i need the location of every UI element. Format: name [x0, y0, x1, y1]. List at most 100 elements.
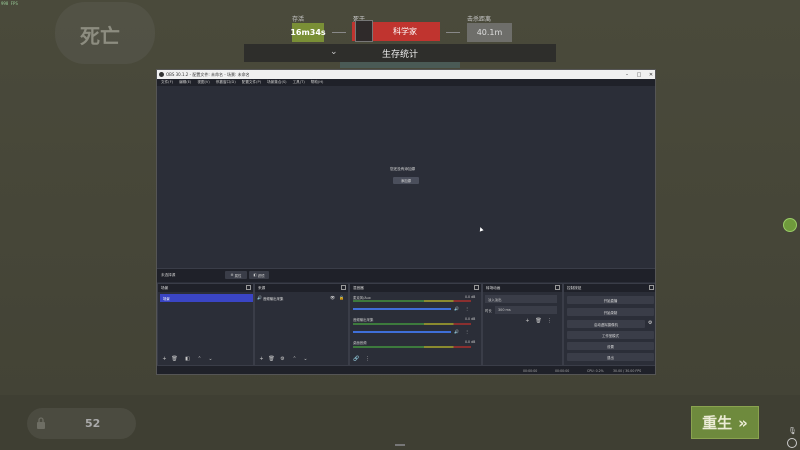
scene-list-item[interactable]: 场景 — [160, 294, 253, 302]
transitions-dock: 转场动画 淡入淡出 时长 300 ms + 🗑 ⋮ — [482, 283, 563, 366]
stream-time: 00:00:00 — [523, 369, 538, 373]
add-icon[interactable]: + — [161, 356, 168, 362]
status-bar: 00:00:00 00:00:00 CPU: 0.2% 30.00 / 30.0… — [157, 366, 655, 374]
trash-icon[interactable]: 🗑 — [268, 356, 275, 362]
add-source-button[interactable]: 添加源 — [393, 177, 419, 184]
menu-view[interactable]: 视图(V) — [197, 80, 209, 85]
gear-icon[interactable]: ⚙ — [279, 356, 286, 362]
menu-edit[interactable]: 编辑(E) — [179, 80, 191, 85]
chevron-down-icon[interactable]: ⌄ — [207, 356, 214, 362]
filters-button[interactable]: ◧ 滤镜 — [249, 271, 269, 279]
filters-label: 滤镜 — [257, 273, 265, 278]
mixer-channel-db: 0.0 dB — [465, 317, 476, 321]
death-title: 死亡 — [80, 24, 120, 48]
start-streaming-button[interactable]: 开始直播 — [567, 296, 654, 304]
trash-icon[interactable]: 🗑 — [535, 318, 542, 324]
survival-stats-label: 生存统计 — [381, 49, 418, 60]
chevron-down-icon[interactable]: ⌄ — [302, 356, 309, 362]
eye-icon[interactable]: 👁 — [330, 295, 335, 300]
survival-stats-toggle[interactable]: 生存统计 — [244, 44, 556, 62]
volume-meter — [353, 346, 471, 348]
respawn-button[interactable]: 重生 » — [691, 406, 759, 439]
speaker-icon[interactable]: 🔊 — [454, 329, 459, 334]
microphone-icon[interactable]: 🎙 — [788, 427, 797, 435]
mixer-dock-header: 混音器 — [350, 284, 481, 292]
trash-icon[interactable]: 🗑 — [171, 356, 178, 362]
chevron-up-icon[interactable]: ⌃ — [291, 356, 298, 362]
undock-icon[interactable] — [555, 285, 560, 290]
separator-dash — [446, 32, 460, 33]
controls-dock: 控制按钮 开始直播 开始录制 启动虚拟摄像机 ⚙ 工作室模式 设置 退出 — [563, 283, 655, 366]
volume-slider[interactable] — [353, 331, 451, 333]
transitions-dock-header: 转场动画 — [483, 284, 562, 292]
filter-icon[interactable]: ◧ — [184, 356, 191, 362]
link-icon[interactable]: 🔗 — [353, 356, 360, 362]
duration-label: 时长 — [485, 309, 492, 313]
lock-icon[interactable]: 🔒 — [339, 295, 344, 300]
controls-dock-title: 控制按钮 — [567, 285, 582, 290]
sources-dock-header: 来源 — [255, 284, 348, 292]
start-virtual-camera-button[interactable]: 启动虚拟摄像机 — [567, 320, 645, 328]
mixer-dock-title: 混音器 — [353, 285, 364, 290]
chevron-down-icon: ⌄ — [330, 47, 338, 57]
menu-tools[interactable]: 工具(T) — [293, 80, 305, 85]
exit-button[interactable]: 退出 — [567, 353, 654, 361]
obs-window-title: OBS 30.1.2 - 配置文件: 未命名 - 场景: 未命名 — [166, 71, 250, 77]
maximize-icon[interactable]: □ — [633, 70, 645, 79]
obs-titlebar[interactable]: OBS 30.1.2 - 配置文件: 未命名 - 场景: 未命名 — [157, 70, 655, 79]
cpu-usage: CPU: 0.2% — [587, 369, 604, 373]
start-recording-button[interactable]: 开始录制 — [567, 308, 654, 316]
volume-meter — [353, 323, 471, 325]
settings-button[interactable]: 设置 — [567, 342, 654, 350]
scenes-dock-header: 场景 — [158, 284, 253, 292]
double-chevron-right-icon: » — [738, 413, 748, 432]
transition-select[interactable]: 淡入淡出 — [485, 295, 557, 303]
scene-backdrop — [340, 62, 460, 68]
speaker-icon[interactable]: 🔊 — [454, 306, 459, 311]
properties-button[interactable]: ⚙ 属性 — [225, 271, 247, 279]
mixer-channel-db: 0.0 dB — [465, 295, 476, 299]
add-icon[interactable]: + — [258, 356, 265, 362]
kebab-menu-icon[interactable]: ⋮ — [465, 306, 469, 311]
minimize-icon[interactable]: – — [621, 70, 633, 79]
lock-icon — [37, 417, 45, 429]
locked-respawn-timer: 52 — [85, 417, 101, 430]
respawn-label: 重生 — [702, 414, 733, 432]
anchor-icon[interactable] — [783, 218, 797, 232]
kebab-menu-icon[interactable]: ⋮ — [546, 318, 553, 324]
undock-icon[interactable] — [474, 285, 479, 290]
gear-icon[interactable]: ⚙ — [648, 320, 652, 326]
chevron-up-icon[interactable]: ⌃ — [196, 356, 203, 362]
sources-dock: 来源 🔊 音频输出采集 👁 🔒 + 🗑 ⚙ ⌃ ⌄ — [254, 283, 349, 366]
drag-handle[interactable] — [395, 444, 405, 446]
filter-icon: ◧ — [253, 273, 257, 277]
sources-dock-title: 来源 — [258, 285, 266, 290]
kebab-menu-icon[interactable]: ⋮ — [465, 329, 469, 334]
add-icon[interactable]: + — [524, 318, 531, 324]
menu-profile[interactable]: 配置文件(P) — [242, 80, 261, 85]
mixer-channel-db: 0.0 dB — [465, 340, 476, 344]
undock-icon[interactable] — [246, 285, 251, 290]
survive-time-badge: 16m34s — [290, 23, 326, 42]
transitions-dock-title: 转场动画 — [486, 285, 501, 290]
menu-file[interactable]: 文件(F) — [161, 80, 173, 85]
undock-icon[interactable] — [341, 285, 346, 290]
controls-dock-header: 控制按钮 — [564, 284, 655, 292]
mixer-channel-name: 桌面音频 — [353, 341, 367, 345]
close-icon[interactable]: ✕ — [645, 70, 655, 79]
scenes-dock-title: 场景 — [161, 285, 169, 290]
menu-scene-collection[interactable]: 场景集合(S) — [267, 80, 286, 85]
obs-window: OBS 30.1.2 - 配置文件: 未命名 - 场景: 未命名 – □ ✕ 文… — [156, 69, 656, 375]
mixer-channel-name: 音频输出采集 — [353, 318, 374, 322]
record-icon[interactable] — [787, 438, 797, 448]
obs-menubar: 文件(F) 编辑(E) 视图(V) 停靠窗口(D) 配置文件(P) 场景集合(S… — [157, 79, 655, 86]
menu-docks[interactable]: 停靠窗口(D) — [216, 80, 236, 85]
undock-icon[interactable] — [649, 285, 654, 290]
volume-slider[interactable] — [353, 308, 451, 310]
studio-mode-button[interactable]: 工作室模式 — [567, 331, 654, 339]
duration-input[interactable]: 300 ms — [495, 306, 557, 314]
kebab-menu-icon[interactable]: ⋮ — [364, 356, 371, 362]
gear-icon: ⚙ — [230, 273, 234, 277]
menu-help[interactable]: 帮助(H) — [311, 80, 324, 85]
kill-distance-badge: 40.1m — [467, 23, 512, 42]
